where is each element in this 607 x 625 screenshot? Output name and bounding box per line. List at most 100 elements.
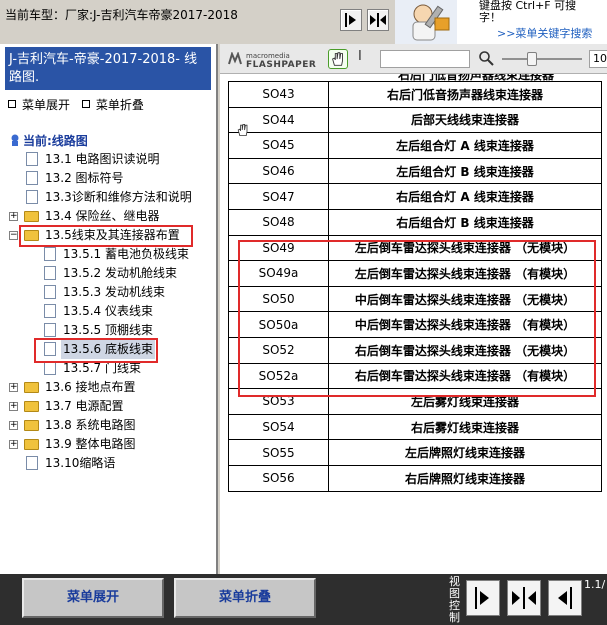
connector-code-cell: SO53 xyxy=(228,388,329,415)
macromedia-logo-icon xyxy=(228,52,242,65)
table-row: SO45 左后组合灯 A 线束连接器 xyxy=(228,132,602,159)
collapse-minus-icon[interactable]: − xyxy=(9,231,18,240)
connector-description-cell: 后部天线线束连接器 xyxy=(328,106,602,134)
connector-description-cell: 左后组合灯 B 线束连接器 xyxy=(328,157,602,185)
table-row: SO52a 右后倒车雷达探头线束连接器 （有模块） xyxy=(228,362,602,390)
tree-item-label: 13.5.7 门线束 xyxy=(63,361,141,375)
connector-code-cell: SO48 xyxy=(228,208,329,236)
arrow-right-icon xyxy=(345,13,356,27)
arrow-right-bar-icon xyxy=(475,587,489,609)
logo-brand-text: macromedia xyxy=(246,52,290,60)
bottom-menu-expand-button[interactable]: 菜单展开 xyxy=(22,578,164,618)
tree-item-13-1[interactable]: 13.1 电路图识读说明 xyxy=(0,150,216,169)
bottom-menu-collapse-button[interactable]: 菜单折叠 xyxy=(174,578,316,618)
document-icon xyxy=(44,285,56,299)
tree-item-13-5-2[interactable]: 13.5.2 发动机舱线束 xyxy=(0,264,216,283)
tree-item-13-4[interactable]: + 13.4 保险丝、继电器 xyxy=(0,207,216,226)
flashpaper-toolbar: macromedia FLASHPAPER I 10 xyxy=(220,44,607,74)
tree-item-13-5-3[interactable]: 13.5.3 发动机线束 xyxy=(0,283,216,302)
table-row: SO43 右后门低音扬声器线束连接器 xyxy=(228,81,602,108)
split-arrows-icon xyxy=(512,587,536,609)
tree-item-13-5-5[interactable]: 13.5.5 顶棚线束 xyxy=(0,321,216,340)
document-icon xyxy=(44,247,56,261)
document-icon xyxy=(44,323,56,337)
hand-tool-button[interactable] xyxy=(328,49,348,69)
expand-plus-icon[interactable]: + xyxy=(9,402,18,411)
tree-item-label: 13.3诊断和维修方法和说明 xyxy=(45,190,192,204)
document-icon xyxy=(44,342,56,356)
connector-description-cell: 右后牌照灯线束连接器 xyxy=(328,464,602,492)
tree-item-13-5-4[interactable]: 13.5.4 仪表线束 xyxy=(0,302,216,321)
square-bullet-icon xyxy=(8,100,16,108)
tree-item-13-2[interactable]: 13.2 图标符号 xyxy=(0,169,216,188)
tree-item-13-6[interactable]: + 13.6 接地点布置 xyxy=(0,378,216,397)
zoom-value-field[interactable]: 10 xyxy=(589,50,607,68)
tree-item-label: 13.5.4 仪表线束 xyxy=(63,304,153,318)
document-icon xyxy=(26,456,38,470)
tree-item-13-9[interactable]: + 13.9 整体电路图 xyxy=(0,435,216,454)
zoom-slider-track[interactable] xyxy=(502,58,582,60)
tree-item-label: 13.5.6 底板线束 xyxy=(61,340,155,359)
table-row: SO55 左后牌照灯线束连接器 xyxy=(228,439,602,466)
view-control-label: 视图控制 xyxy=(449,575,460,624)
tree-item-13-5[interactable]: − 13.5线束及其连接器布置 xyxy=(0,226,216,245)
top-bar: 当前车型：厂家:J-吉利汽车帝豪2017-2018 键盘按 Ctrl+F 可搜 … xyxy=(0,0,607,44)
menu-toggle-links: 菜单展开 菜单折叠 xyxy=(8,96,144,113)
tree-item-label: 13.9 整体电路图 xyxy=(45,437,136,451)
connector-description-cell: 右后门低音扬声器线束连接器 xyxy=(328,81,602,108)
tree-item-label: 13.1 电路图识读说明 xyxy=(45,152,160,166)
expand-plus-icon[interactable]: + xyxy=(9,421,18,430)
connector-description-cell: 中后倒车雷达探头线束连接器 （无模块） xyxy=(328,285,602,313)
menu-collapse-link[interactable]: 菜单折叠 xyxy=(96,98,144,112)
location-icon xyxy=(11,134,19,146)
connector-description-cell: 右后组合灯 B 线束连接器 xyxy=(328,208,602,236)
tree-item-13-5-1[interactable]: 13.5.1 蓄电池负极线束 xyxy=(0,245,216,264)
expand-plus-icon[interactable]: + xyxy=(9,212,18,221)
current-location-label: 当前:线路图 xyxy=(23,134,88,148)
connector-table: SO43 右后门低音扬声器线束连接器 SO44 后部天线线束连接器 SO45 左后组合灯 … xyxy=(228,81,602,492)
document-icon xyxy=(44,304,56,318)
tree-item-13-3[interactable]: 13.3诊断和维修方法和说明 xyxy=(0,188,216,207)
connector-description-cell: 中后倒车雷达探头线束连接器 （有模块） xyxy=(328,311,602,338)
current-location: 当前:线路图 xyxy=(10,132,88,149)
zoom-slider-thumb[interactable] xyxy=(527,52,537,66)
tree-item-13-8[interactable]: + 13.8 系统电路图 xyxy=(0,416,216,435)
document-search-input[interactable] xyxy=(380,50,470,68)
table-row: SO44 后部天线线束连接器 xyxy=(228,106,602,134)
tree-item-13-7[interactable]: + 13.7 电源配置 xyxy=(0,397,216,416)
menu-expand-link[interactable]: 菜单展开 xyxy=(22,98,70,112)
table-row: SO48 右后组合灯 B 线束连接器 xyxy=(228,208,602,236)
tip-text-line2: 字！ xyxy=(479,11,501,24)
menu-keyword-search-link[interactable]: >>菜单关键字搜索 xyxy=(497,25,592,41)
single-page-view-button[interactable] xyxy=(340,9,362,31)
tree-item-13-5-7[interactable]: 13.5.7 门线束 xyxy=(0,359,216,378)
expand-plus-icon[interactable]: + xyxy=(9,383,18,392)
bottom-bar: 菜单展开 菜单折叠 视图控制 1.1/ xyxy=(0,574,607,625)
connector-code-cell: SO46 xyxy=(228,157,329,185)
expand-plus-icon[interactable]: + xyxy=(9,440,18,449)
view-left-button[interactable] xyxy=(548,580,582,616)
connector-code-cell: SO43 xyxy=(228,81,329,108)
magnifier-icon[interactable] xyxy=(478,50,494,66)
connector-description-cell: 右后雾灯线束连接器 xyxy=(328,413,602,441)
folder-icon xyxy=(24,439,39,450)
text-select-tool[interactable]: I xyxy=(358,49,362,64)
view-single-button[interactable] xyxy=(466,580,500,616)
logo-product-text: FLASHPAPER xyxy=(246,60,317,70)
folder-icon xyxy=(24,420,39,431)
table-row: SO56 右后牌照灯线束连接器 xyxy=(228,464,602,492)
tree-item-13-5-6[interactable]: 13.5.6 底板线束 xyxy=(0,340,216,359)
dual-page-view-button[interactable] xyxy=(367,9,389,31)
view-split-button[interactable] xyxy=(507,580,541,616)
flashpaper-logo: macromedia FLASHPAPER xyxy=(228,49,318,70)
folder-icon xyxy=(24,211,39,222)
hand-icon xyxy=(332,52,343,66)
connector-description-cell: 左后雾灯线束连接器 xyxy=(328,388,602,415)
tree-item-13-10[interactable]: 13.10缩略语 xyxy=(0,454,216,473)
table-row: SO49 左后倒车雷达探头线束连接器 （无模块） xyxy=(228,234,602,262)
tree-item-label: 13.5线束及其连接器布置 xyxy=(45,228,180,242)
document-icon xyxy=(44,266,56,280)
document-icon xyxy=(26,171,38,185)
connector-description-cell: 左后牌照灯线束连接器 xyxy=(328,439,602,466)
page-number: 1.1/ xyxy=(584,578,606,591)
